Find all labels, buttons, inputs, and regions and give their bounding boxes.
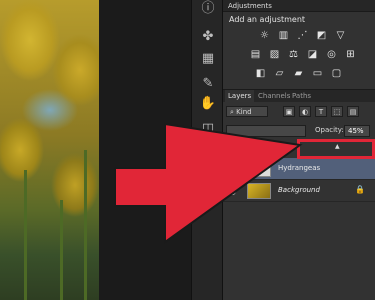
annotation-arrow-shape <box>114 122 303 244</box>
annotation-arrow <box>114 122 303 244</box>
